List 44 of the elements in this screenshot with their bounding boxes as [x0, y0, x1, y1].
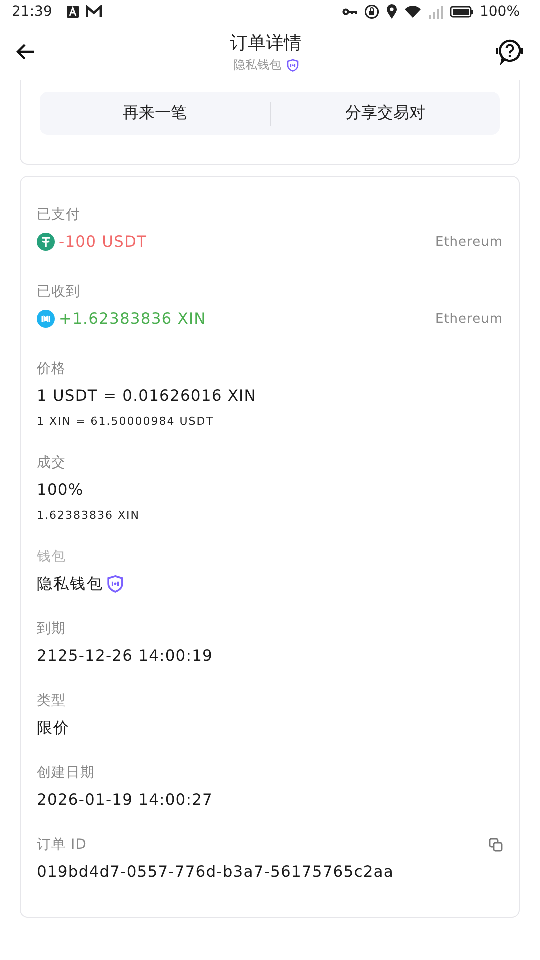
field-subtext: 1.62383836 XIN: [37, 509, 141, 522]
field-value: 隐私钱包: [37, 574, 104, 594]
wifi-icon: [404, 5, 422, 19]
field-value: 2026-01-19 14:00:27: [37, 791, 214, 809]
battery-level: 100%: [480, 4, 520, 20]
field-label: 成交: [37, 454, 66, 472]
field-value: 限价: [37, 718, 70, 738]
shield-icon: [286, 58, 298, 72]
page-title: 订单详情: [230, 32, 302, 54]
shield-icon: [107, 575, 124, 593]
field-label: 到期: [37, 620, 66, 638]
copy-icon: [489, 838, 503, 852]
field-label: 订单 ID: [37, 836, 87, 854]
key-icon: [342, 7, 358, 17]
field-label: 创建日期: [37, 764, 95, 782]
field-label: 类型: [37, 692, 66, 710]
field-label: 已支付: [37, 206, 80, 224]
action-button[interactable]: 再来一笔: [40, 92, 270, 135]
field-value: 2125-12-26 14:00:19: [37, 647, 214, 665]
field-label: 价格: [37, 360, 66, 378]
rotation-lock-icon: [364, 4, 380, 20]
field-value: 1 USDT = 0.01626016 XIN: [37, 387, 256, 405]
mail-icon: [86, 5, 102, 19]
status-time: 21:39: [12, 4, 52, 20]
copy-button[interactable]: [489, 838, 503, 852]
amount-text: +1.62383836 XIN: [59, 310, 206, 328]
battery-icon: [450, 6, 474, 18]
field-value: 100%: [37, 481, 84, 499]
chain-name: Ethereum: [435, 234, 503, 250]
location-icon: [386, 4, 398, 20]
back-arrow-icon: [16, 42, 36, 62]
coin-icon: [37, 310, 55, 328]
signal-icon: [428, 5, 444, 19]
field-label: 已收到: [37, 283, 80, 301]
action-button[interactable]: 分享交易对: [270, 92, 500, 135]
field-label: 钱包: [37, 548, 66, 566]
wallet-subtitle: 隐私钱包: [234, 56, 282, 74]
coin-icon: [37, 233, 55, 251]
help-chat-icon: [496, 39, 524, 65]
field-value: 019bd4d7-0557-776d-b3a7-56175765c2aa: [37, 863, 394, 881]
field-subtext: 1 XIN = 61.50000984 USDT: [37, 415, 215, 428]
chain-name: Ethereum: [435, 312, 503, 326]
notification-icon: [66, 5, 80, 19]
amount-text: -100 USDT: [59, 233, 148, 251]
